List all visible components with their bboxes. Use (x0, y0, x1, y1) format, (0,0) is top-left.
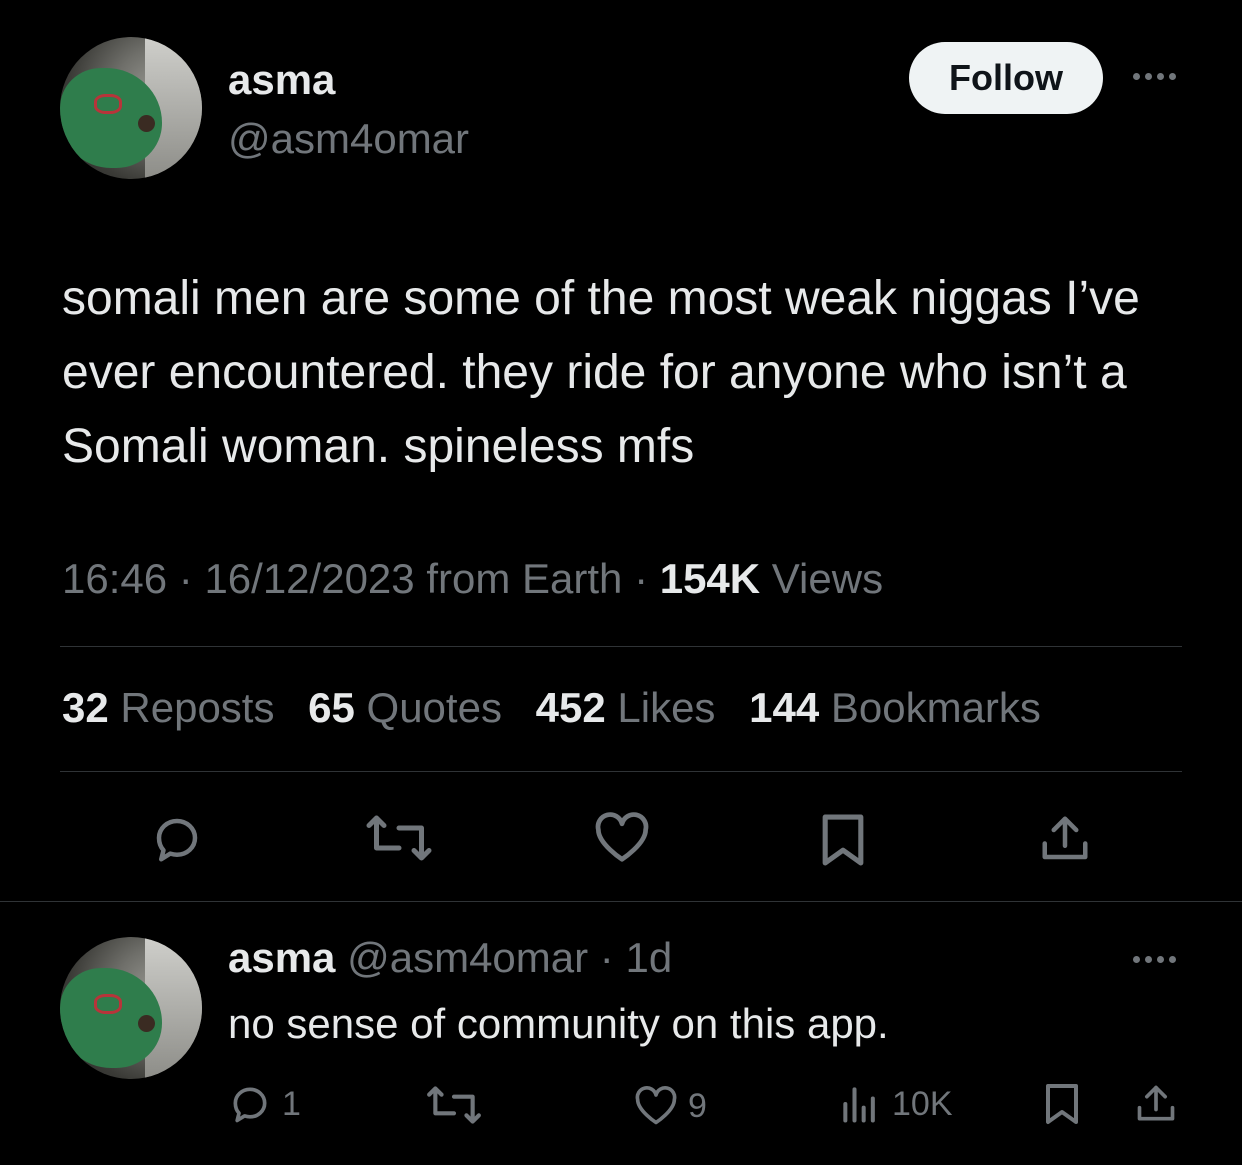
comment-icon[interactable] (148, 812, 206, 866)
reply-author-name[interactable]: asma (228, 934, 335, 981)
divider (60, 646, 1182, 647)
reply-count: 1 (282, 1084, 301, 1123)
reply-bookmark-button[interactable] (1040, 1082, 1084, 1126)
reply-like-button[interactable]: 9 (634, 1084, 707, 1128)
author-handle[interactable]: @asm4omar (228, 115, 469, 163)
reply-views-button[interactable]: 10K (838, 1082, 953, 1126)
views-icon (838, 1082, 882, 1126)
heart-icon (634, 1084, 678, 1128)
share-icon (1134, 1082, 1178, 1126)
stat-bookmarks[interactable]: 144 Bookmarks (749, 684, 1041, 731)
like-count: 9 (688, 1086, 707, 1125)
reply-header: asma @asm4omar · 1d (228, 934, 672, 982)
share-icon[interactable] (1038, 812, 1092, 866)
tweet-text: somali men are some of the most weak nig… (62, 272, 1140, 473)
stat-likes[interactable]: 452 Likes (536, 684, 716, 731)
reply-repost-button[interactable] (425, 1084, 483, 1126)
bookmark-icon[interactable] (820, 812, 866, 868)
views-count: 154K (659, 555, 761, 602)
follow-button[interactable]: Follow (909, 42, 1103, 114)
meta-separator: · (634, 555, 660, 602)
tweet-meta: 16:46 · 16/12/2023 from Earth · 154K Vie… (62, 555, 883, 603)
comment-icon (228, 1082, 272, 1126)
reply-age[interactable]: 1d (625, 934, 672, 981)
meta-separator: · (178, 555, 205, 602)
engagement-stats: 32 Reposts 65 Quotes 452 Likes 144 Bookm… (62, 684, 1063, 732)
reply-comment-button[interactable]: 1 (228, 1082, 301, 1126)
author-name[interactable]: asma (228, 56, 335, 104)
reply-more-icon[interactable] (1133, 956, 1176, 963)
stat-quotes[interactable]: 65 Quotes (308, 684, 502, 731)
tweet-date[interactable]: 16/12/2023 (204, 555, 414, 602)
stat-reposts[interactable]: 32 Reposts (62, 684, 274, 731)
reply-author-handle[interactable]: @asm4omar (347, 934, 588, 981)
repost-icon[interactable] (364, 812, 434, 864)
divider (0, 901, 1242, 902)
author-avatar[interactable] (60, 37, 202, 179)
tweet-source: from Earth (426, 555, 623, 602)
avatar-logo (94, 993, 123, 1014)
reply-separator: · (599, 934, 614, 981)
tweet-time[interactable]: 16:46 (62, 555, 167, 602)
divider (60, 771, 1182, 772)
reply-author-avatar[interactable] (60, 937, 202, 1079)
view-count: 10K (892, 1084, 953, 1123)
heart-icon[interactable] (593, 812, 651, 864)
bookmark-icon (1040, 1082, 1084, 1126)
views-label: Views (771, 555, 884, 602)
reply-text: no sense of community on this app. (228, 1000, 889, 1047)
more-icon[interactable] (1133, 73, 1176, 80)
repost-icon (425, 1084, 483, 1126)
reply-share-button[interactable] (1134, 1082, 1178, 1126)
avatar-logo (94, 93, 123, 114)
